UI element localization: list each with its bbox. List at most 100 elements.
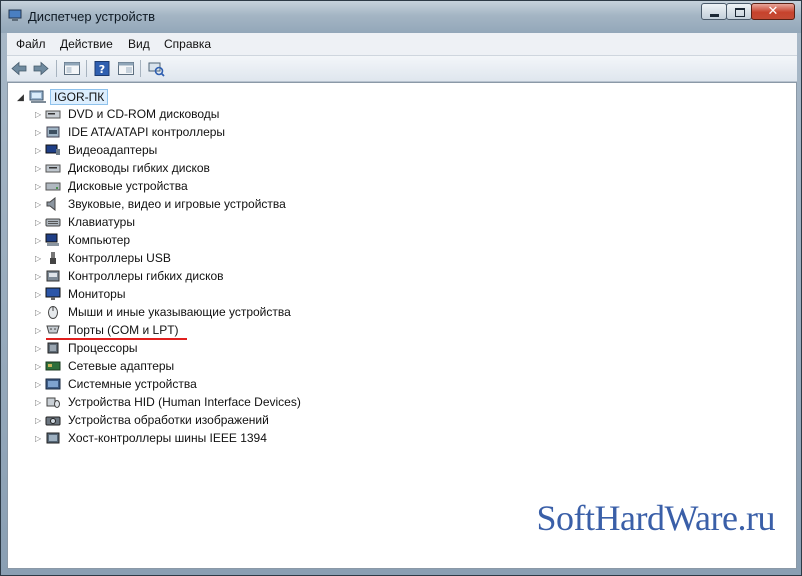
forward-arrow-icon[interactable]: [32, 60, 50, 77]
device-category-item[interactable]: ▷ Порты (COM и LPT): [35, 321, 179, 339]
device-category-label: Клавиатуры: [68, 215, 135, 229]
device-category-label: Мыши и иные указывающие устройства: [68, 305, 291, 319]
device-category-label: Дисководы гибких дисков: [68, 161, 210, 175]
toolbar: ?: [7, 56, 797, 82]
expand-icon[interactable]: ▷: [35, 164, 45, 173]
expand-icon[interactable]: ▷: [35, 146, 45, 155]
device-category-item[interactable]: ▷ Клавиатуры: [35, 213, 135, 231]
device-category-item[interactable]: ▷ Дисководы гибких дисков: [35, 159, 210, 177]
toolbar-separator: [86, 60, 87, 77]
keyboard-icon: [45, 215, 61, 229]
device-category-item[interactable]: ▷ DVD и CD-ROM дисководы: [35, 105, 219, 123]
device-category-item[interactable]: ▷ Хост-контроллеры шины IEEE 1394: [35, 429, 267, 447]
menu-help[interactable]: Справка: [164, 37, 211, 51]
device-manager-icon: [8, 9, 22, 22]
expand-icon[interactable]: ▷: [35, 434, 45, 443]
expand-icon[interactable]: ▷: [35, 272, 45, 281]
ieee1394-icon: [45, 431, 61, 445]
expand-icon[interactable]: ▷: [35, 416, 45, 425]
expand-icon[interactable]: ▷: [35, 344, 45, 353]
device-category-item[interactable]: ▷ Процессоры: [35, 339, 138, 357]
device-category-item[interactable]: ▷ Сетевые адаптеры: [35, 357, 174, 375]
ide-controller-icon: [45, 125, 61, 139]
network-adapter-icon: [45, 359, 61, 373]
device-tree[interactable]: ◢ IGOR-ПК ▷ DVD и CD-ROM дисководы ▷ IDE AT…: [7, 82, 797, 569]
device-category-label: Сетевые адаптеры: [68, 359, 175, 373]
computer-icon: [45, 233, 61, 247]
minimize-icon: [710, 14, 719, 17]
device-category-item[interactable]: ▷ Звуковые, видео и игровые устройства: [35, 195, 286, 213]
system-device-icon: [45, 377, 61, 391]
device-category-item[interactable]: ▷ Устройства обработки изображений: [35, 411, 269, 429]
device-category-item[interactable]: ▷ Дисковые устройства: [35, 177, 188, 195]
maximize-icon: [735, 8, 745, 17]
expand-icon[interactable]: ▷: [35, 236, 45, 245]
device-category-label: Контроллеры гибких дисков: [68, 269, 224, 283]
device-category-item[interactable]: ▷ IDE ATA/ATAPI контроллеры: [35, 123, 225, 141]
expand-icon[interactable]: ▷: [35, 182, 45, 191]
expand-icon[interactable]: ▷: [35, 326, 45, 335]
expand-icon[interactable]: ▷: [35, 110, 45, 119]
menu-action[interactable]: Действие: [60, 37, 113, 51]
device-category-label: Хост-контроллеры шины IEEE 1394: [68, 431, 267, 445]
expand-icon[interactable]: ▷: [35, 128, 45, 137]
display-adapter-icon: [45, 143, 61, 157]
device-category-item[interactable]: ▷ Видеоадаптеры: [35, 141, 157, 159]
device-category-label: Устройства HID (Human Interface Devices): [68, 395, 301, 409]
expand-icon[interactable]: ▷: [35, 362, 45, 371]
device-category-label: Мониторы: [68, 287, 126, 301]
device-category-item[interactable]: ▷ Контроллеры гибких дисков: [35, 267, 224, 285]
expand-icon[interactable]: ▷: [35, 380, 45, 389]
scan-hardware-icon[interactable]: [147, 60, 165, 77]
title-bar[interactable]: Диспетчер устройств ✕: [1, 1, 801, 33]
expand-icon[interactable]: ▷: [35, 200, 45, 209]
dvd-drive-icon: [45, 107, 61, 121]
device-category-item[interactable]: ▷ Мыши и иные указывающие устройства: [35, 303, 291, 321]
svg-text:?: ?: [99, 63, 105, 76]
usb-icon: [45, 251, 61, 265]
device-manager-window: Диспетчер устройств ✕ Файл Действие Вид …: [0, 0, 802, 576]
imaging-device-icon: [45, 413, 61, 427]
menu-view[interactable]: Вид: [128, 37, 150, 51]
floppy-controller-icon: [45, 269, 61, 283]
back-arrow-icon[interactable]: [10, 60, 28, 77]
watermark: SoftHardWare.ru: [536, 498, 775, 538]
expand-icon[interactable]: ▷: [35, 290, 45, 299]
menu-file[interactable]: Файл: [16, 37, 46, 51]
maximize-button[interactable]: [726, 3, 752, 20]
computer-name[interactable]: IGOR-ПК: [50, 89, 109, 105]
properties-icon[interactable]: [63, 60, 81, 77]
collapse-icon[interactable]: ◢: [17, 92, 29, 103]
expand-icon[interactable]: ▷: [35, 308, 45, 317]
device-category-label: Порты (COM и LPT): [68, 323, 179, 337]
menu-bar: Файл Действие Вид Справка: [7, 33, 797, 56]
device-category-label: Компьютер: [68, 233, 131, 247]
device-category-label: Устройства обработки изображений: [68, 413, 269, 427]
window-title: Диспетчер устройств: [28, 9, 156, 24]
device-category-label: Процессоры: [68, 341, 138, 355]
monitor-icon: [45, 287, 61, 301]
expand-icon[interactable]: ▷: [35, 254, 45, 263]
close-button[interactable]: ✕: [751, 3, 795, 20]
close-icon: ✕: [767, 3, 779, 18]
tree-root[interactable]: ◢ IGOR-ПК: [17, 89, 109, 105]
port-icon: [45, 323, 61, 337]
device-category-label: Системные устройства: [68, 377, 197, 391]
help-icon[interactable]: ?: [93, 60, 111, 77]
disk-drive-icon: [45, 179, 61, 193]
device-category-item[interactable]: ▷ Контроллеры USB: [35, 249, 171, 267]
device-category-item[interactable]: ▷ Устройства HID (Human Interface Devices…: [35, 393, 301, 411]
device-category-item[interactable]: ▷ Компьютер: [35, 231, 130, 249]
show-hide-console-tree-icon[interactable]: [117, 60, 135, 77]
device-category-label: Звуковые, видео и игровые устройства: [68, 197, 286, 211]
expand-icon[interactable]: ▷: [35, 218, 45, 227]
minimize-button[interactable]: [701, 3, 727, 20]
device-category-label: Видеоадаптеры: [68, 143, 158, 157]
floppy-drive-icon: [45, 161, 61, 175]
processor-icon: [45, 341, 61, 355]
expand-icon[interactable]: ▷: [35, 398, 45, 407]
hid-icon: [45, 395, 61, 409]
highlight-underline: [46, 338, 187, 340]
device-category-item[interactable]: ▷ Мониторы: [35, 285, 125, 303]
device-category-item[interactable]: ▷ Системные устройства: [35, 375, 197, 393]
